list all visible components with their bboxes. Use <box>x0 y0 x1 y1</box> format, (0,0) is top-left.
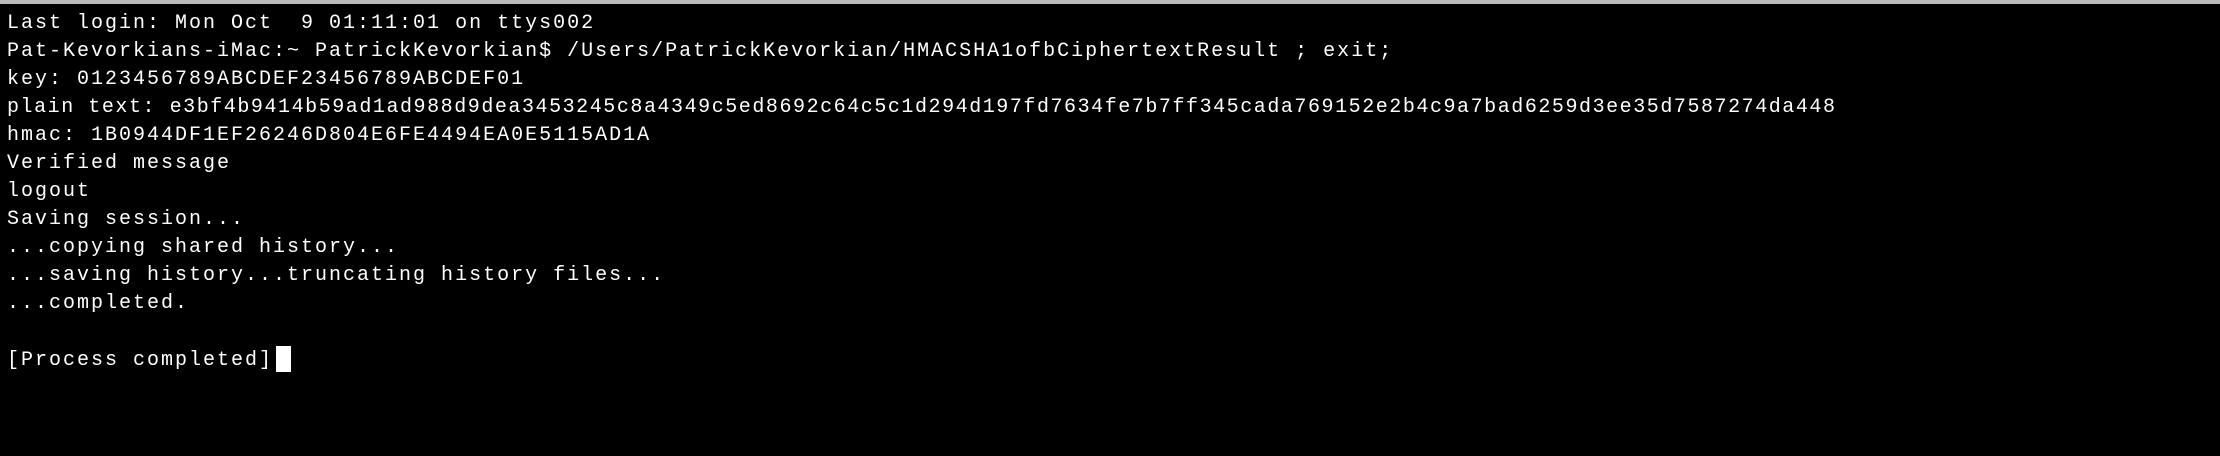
terminal-line-logout: logout <box>7 180 92 203</box>
process-completed-text: [Process completed] <box>7 349 274 372</box>
block-cursor-icon <box>276 346 292 372</box>
terminal-line-saving-history: ...saving history...truncating history f… <box>7 264 666 287</box>
terminal-line-completed: ...completed. <box>7 292 190 315</box>
terminal-line-process-completed: [Process completed] <box>7 346 292 374</box>
terminal-window[interactable]: Last login: Mon Oct 9 01:11:01 on ttys00… <box>0 4 2220 456</box>
terminal-line-key: key: 0123456789ABCDEF23456789ABCDEF01 <box>7 68 526 91</box>
terminal-line-command: Pat-Kevorkians-iMac:~ PatrickKevorkian$ … <box>7 40 1394 63</box>
terminal-line-last-login: Last login: Mon Oct 9 01:11:01 on ttys00… <box>7 12 596 35</box>
terminal-line-plain-text: plain text: e3bf4b9414b59ad1ad988d9dea34… <box>7 96 1837 119</box>
terminal-line-verified: Verified message <box>7 152 232 175</box>
terminal-line-saving-session: Saving session... <box>7 208 246 231</box>
terminal-line-copying-history: ...copying shared history... <box>7 236 400 259</box>
terminal-line-hmac: hmac: 1B0944DF1EF26246D804E6FE4494EA0E51… <box>7 124 652 147</box>
